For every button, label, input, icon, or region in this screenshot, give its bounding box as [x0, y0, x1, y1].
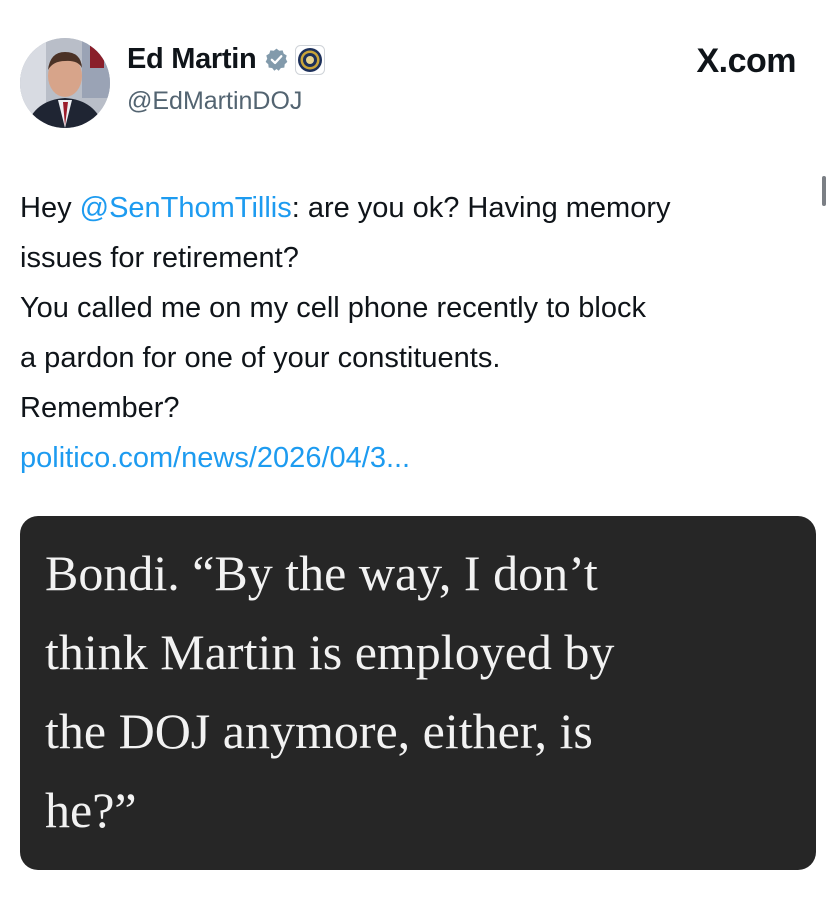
quote-line: think Martin is employed by	[45, 624, 615, 680]
quote-line: the DOJ anymore, either, is	[45, 703, 593, 759]
article-link[interactable]: politico.com/news/2026/04/3...	[20, 433, 820, 483]
tweet-line-5: Remember?	[20, 392, 180, 424]
doj-seal-icon[interactable]	[295, 44, 326, 75]
author-name-row[interactable]: Ed Martin	[127, 43, 326, 76]
tweet-line-1-suffix: : are you ok? Having memory	[291, 192, 671, 224]
scrollbar[interactable]	[822, 176, 826, 206]
site-label: X.com	[696, 42, 796, 80]
tweet-line-1: Hey @SenThomTillis: are you ok? Having m…	[20, 183, 820, 233]
tweet-line-4: a pardon for one of your constituents.	[20, 342, 501, 374]
author-display-name[interactable]: Ed Martin	[127, 43, 257, 76]
author-handle[interactable]: @EdMartinDOJ	[127, 87, 302, 116]
tweet-line-1-prefix: Hey	[20, 192, 80, 224]
tweet-line-2: issues for retirement?	[20, 242, 299, 274]
quote-line: he?”	[45, 782, 137, 838]
quote-line: Bondi. “By the way, I don’t	[45, 545, 598, 601]
quote-text: Bondi. “By the way, I don’t think Martin…	[45, 534, 805, 850]
verified-badge-icon	[264, 47, 289, 72]
tweet-line-3: You called me on my cell phone recently …	[20, 292, 647, 324]
mention-link[interactable]: @SenThomTillis	[80, 192, 292, 224]
media-image[interactable]: Bondi. “By the way, I don’t think Martin…	[20, 516, 816, 870]
avatar[interactable]	[20, 38, 110, 128]
tweet-text: Hey @SenThomTillis: are you ok? Having m…	[20, 183, 820, 483]
